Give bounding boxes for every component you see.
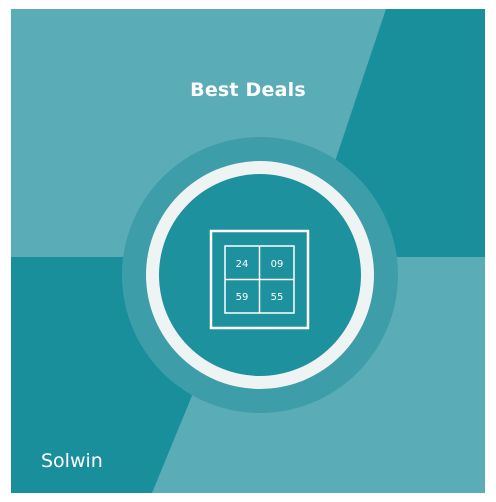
countdown-cell-2: 09 <box>271 259 284 270</box>
countdown-cell-4: 55 <box>271 292 284 303</box>
promo-tile[interactable]: 24 09 59 55 Best Deals Solwin <box>11 9 485 493</box>
countdown-cell-3: 59 <box>236 292 249 303</box>
promo-title: Best Deals <box>190 79 306 101</box>
countdown-grid-icon: 24 09 59 55 <box>209 229 310 330</box>
brand-name: Solwin <box>41 450 103 472</box>
countdown-cell-1: 24 <box>236 259 249 270</box>
